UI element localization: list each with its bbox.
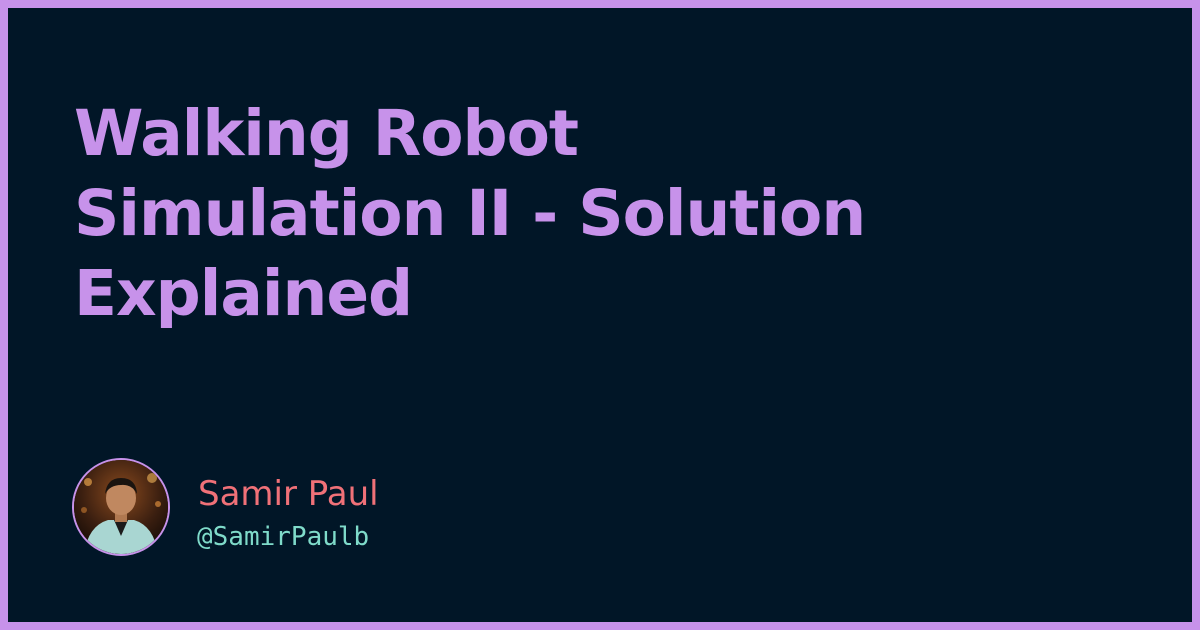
post-title-line-3: Explained	[74, 257, 413, 330]
post-title: Walking Robot Simulation II - Solution E…	[74, 94, 1134, 334]
social-preview-card: Walking Robot Simulation II - Solution E…	[8, 8, 1192, 622]
author-avatar	[72, 458, 170, 556]
author-handle: @SamirPaulb	[197, 522, 370, 552]
post-title-line-2: Simulation II - Solution	[74, 177, 866, 250]
author-name: Samir Paul	[198, 474, 379, 514]
profile-photo-avatar-icon	[74, 460, 168, 554]
post-title-line-1: Walking Robot	[74, 97, 579, 170]
